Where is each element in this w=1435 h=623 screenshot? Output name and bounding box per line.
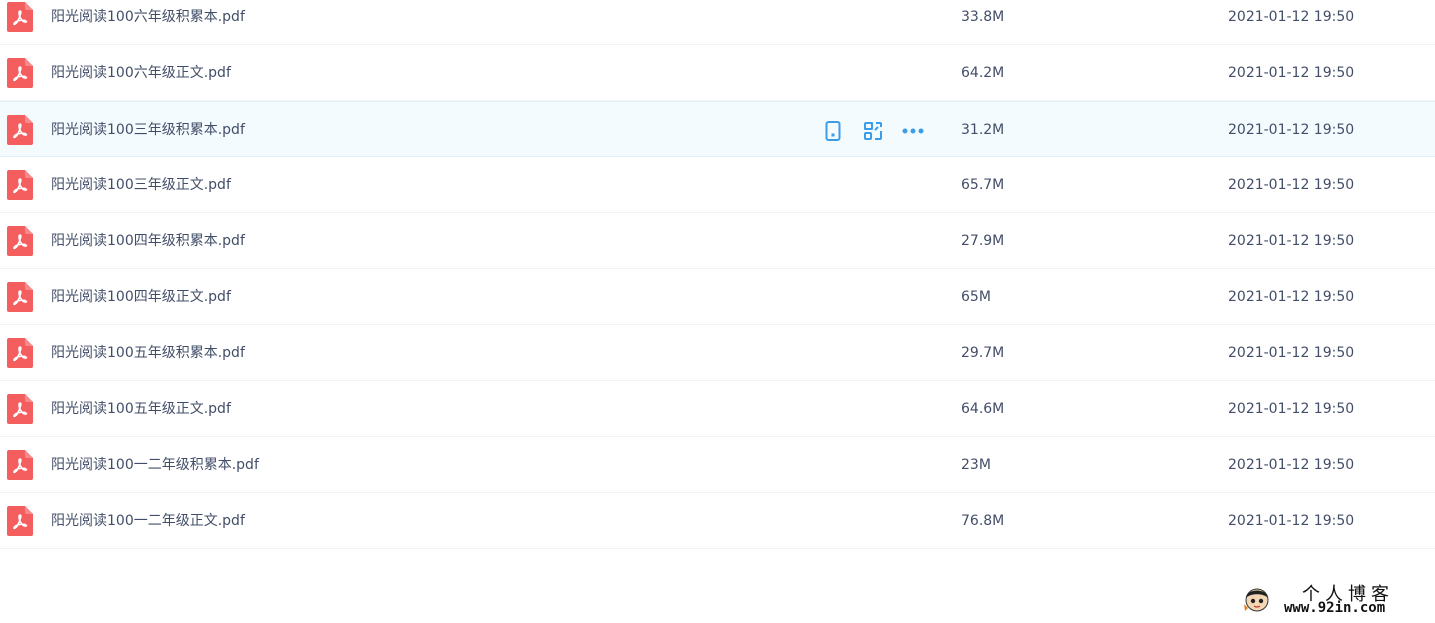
file-date: 2021-01-12 19:50 bbox=[1228, 345, 1355, 361]
pdf-icon bbox=[7, 450, 33, 480]
phone-icon bbox=[825, 121, 841, 141]
send-to-phone-button[interactable] bbox=[822, 120, 844, 142]
file-date: 2021-01-12 19:50 bbox=[1228, 122, 1355, 138]
row-actions bbox=[822, 120, 924, 142]
file-date: 2021-01-12 19:50 bbox=[1228, 289, 1355, 305]
watermark-url: www.92in.com bbox=[1284, 600, 1386, 616]
file-date: 2021-01-12 19:50 bbox=[1228, 401, 1355, 417]
file-size: 33.8M bbox=[961, 9, 1005, 25]
file-name[interactable]: 阳光阅读100四年级积累本.pdf bbox=[51, 232, 245, 250]
pdf-icon bbox=[7, 2, 33, 32]
more-button[interactable] bbox=[902, 120, 924, 142]
pdf-icon bbox=[7, 58, 33, 88]
file-name[interactable]: 阳光阅读100一二年级积累本.pdf bbox=[51, 456, 259, 474]
pdf-icon bbox=[7, 394, 33, 424]
pdf-icon bbox=[7, 282, 33, 312]
cartoon-avatar-icon bbox=[1244, 588, 1269, 612]
file-date: 2021-01-12 19:50 bbox=[1228, 177, 1355, 193]
file-size: 27.9M bbox=[961, 233, 1005, 249]
file-date: 2021-01-12 19:50 bbox=[1228, 65, 1355, 81]
file-size: 65.7M bbox=[961, 177, 1005, 193]
file-row[interactable]: 阳光阅读100三年级正文.pdf 65.7M 2021-01-12 19:50 bbox=[0, 157, 1435, 213]
watermark: 个人博客 www.92in.com bbox=[1240, 578, 1430, 620]
file-date: 2021-01-12 19:50 bbox=[1228, 233, 1355, 249]
file-size: 31.2M bbox=[961, 122, 1005, 138]
file-size: 64.6M bbox=[961, 401, 1005, 417]
file-name[interactable]: 阳光阅读100三年级积累本.pdf bbox=[51, 121, 245, 139]
file-name[interactable]: 阳光阅读100六年级积累本.pdf bbox=[51, 8, 245, 26]
file-name[interactable]: 阳光阅读100五年级积累本.pdf bbox=[51, 344, 245, 362]
pdf-icon bbox=[7, 115, 33, 145]
file-row[interactable]: 阳光阅读100四年级正文.pdf 65M 2021-01-12 19:50 bbox=[0, 269, 1435, 325]
file-row[interactable]: 阳光阅读100一二年级积累本.pdf 23M 2021-01-12 19:50 bbox=[0, 437, 1435, 493]
file-size: 64.2M bbox=[961, 65, 1005, 81]
share-button[interactable] bbox=[862, 120, 884, 142]
file-row-hovered[interactable]: 阳光阅读100三年级积累本.pdf 31.2M 2021-01-12 19:50 bbox=[0, 101, 1435, 157]
pdf-icon bbox=[7, 226, 33, 256]
file-list: 阳光阅读100六年级积累本.pdf 33.8M 2021-01-12 19:50… bbox=[0, 0, 1435, 549]
file-name[interactable]: 阳光阅读100五年级正文.pdf bbox=[51, 400, 231, 418]
pdf-icon bbox=[7, 338, 33, 368]
file-name[interactable]: 阳光阅读100四年级正文.pdf bbox=[51, 288, 231, 306]
file-row[interactable]: 阳光阅读100一二年级正文.pdf 76.8M 2021-01-12 19:50 bbox=[0, 493, 1435, 549]
file-size: 29.7M bbox=[961, 345, 1005, 361]
file-name[interactable]: 阳光阅读100三年级正文.pdf bbox=[51, 176, 231, 194]
file-date: 2021-01-12 19:50 bbox=[1228, 513, 1355, 529]
pdf-icon bbox=[7, 170, 33, 200]
file-size: 23M bbox=[961, 457, 991, 473]
more-icon bbox=[902, 128, 924, 134]
file-row[interactable]: 阳光阅读100六年级正文.pdf 64.2M 2021-01-12 19:50 bbox=[0, 45, 1435, 101]
file-row[interactable]: 阳光阅读100四年级积累本.pdf 27.9M 2021-01-12 19:50 bbox=[0, 213, 1435, 269]
share-icon bbox=[864, 122, 882, 140]
file-date: 2021-01-12 19:50 bbox=[1228, 9, 1355, 25]
file-name[interactable]: 阳光阅读100六年级正文.pdf bbox=[51, 64, 231, 82]
file-size: 65M bbox=[961, 289, 991, 305]
pdf-icon bbox=[7, 506, 33, 536]
file-size: 76.8M bbox=[961, 513, 1005, 529]
file-row[interactable]: 阳光阅读100六年级积累本.pdf 33.8M 2021-01-12 19:50 bbox=[0, 0, 1435, 45]
file-date: 2021-01-12 19:50 bbox=[1228, 457, 1355, 473]
file-row[interactable]: 阳光阅读100五年级积累本.pdf 29.7M 2021-01-12 19:50 bbox=[0, 325, 1435, 381]
file-name[interactable]: 阳光阅读100一二年级正文.pdf bbox=[51, 512, 245, 530]
file-row[interactable]: 阳光阅读100五年级正文.pdf 64.6M 2021-01-12 19:50 bbox=[0, 381, 1435, 437]
